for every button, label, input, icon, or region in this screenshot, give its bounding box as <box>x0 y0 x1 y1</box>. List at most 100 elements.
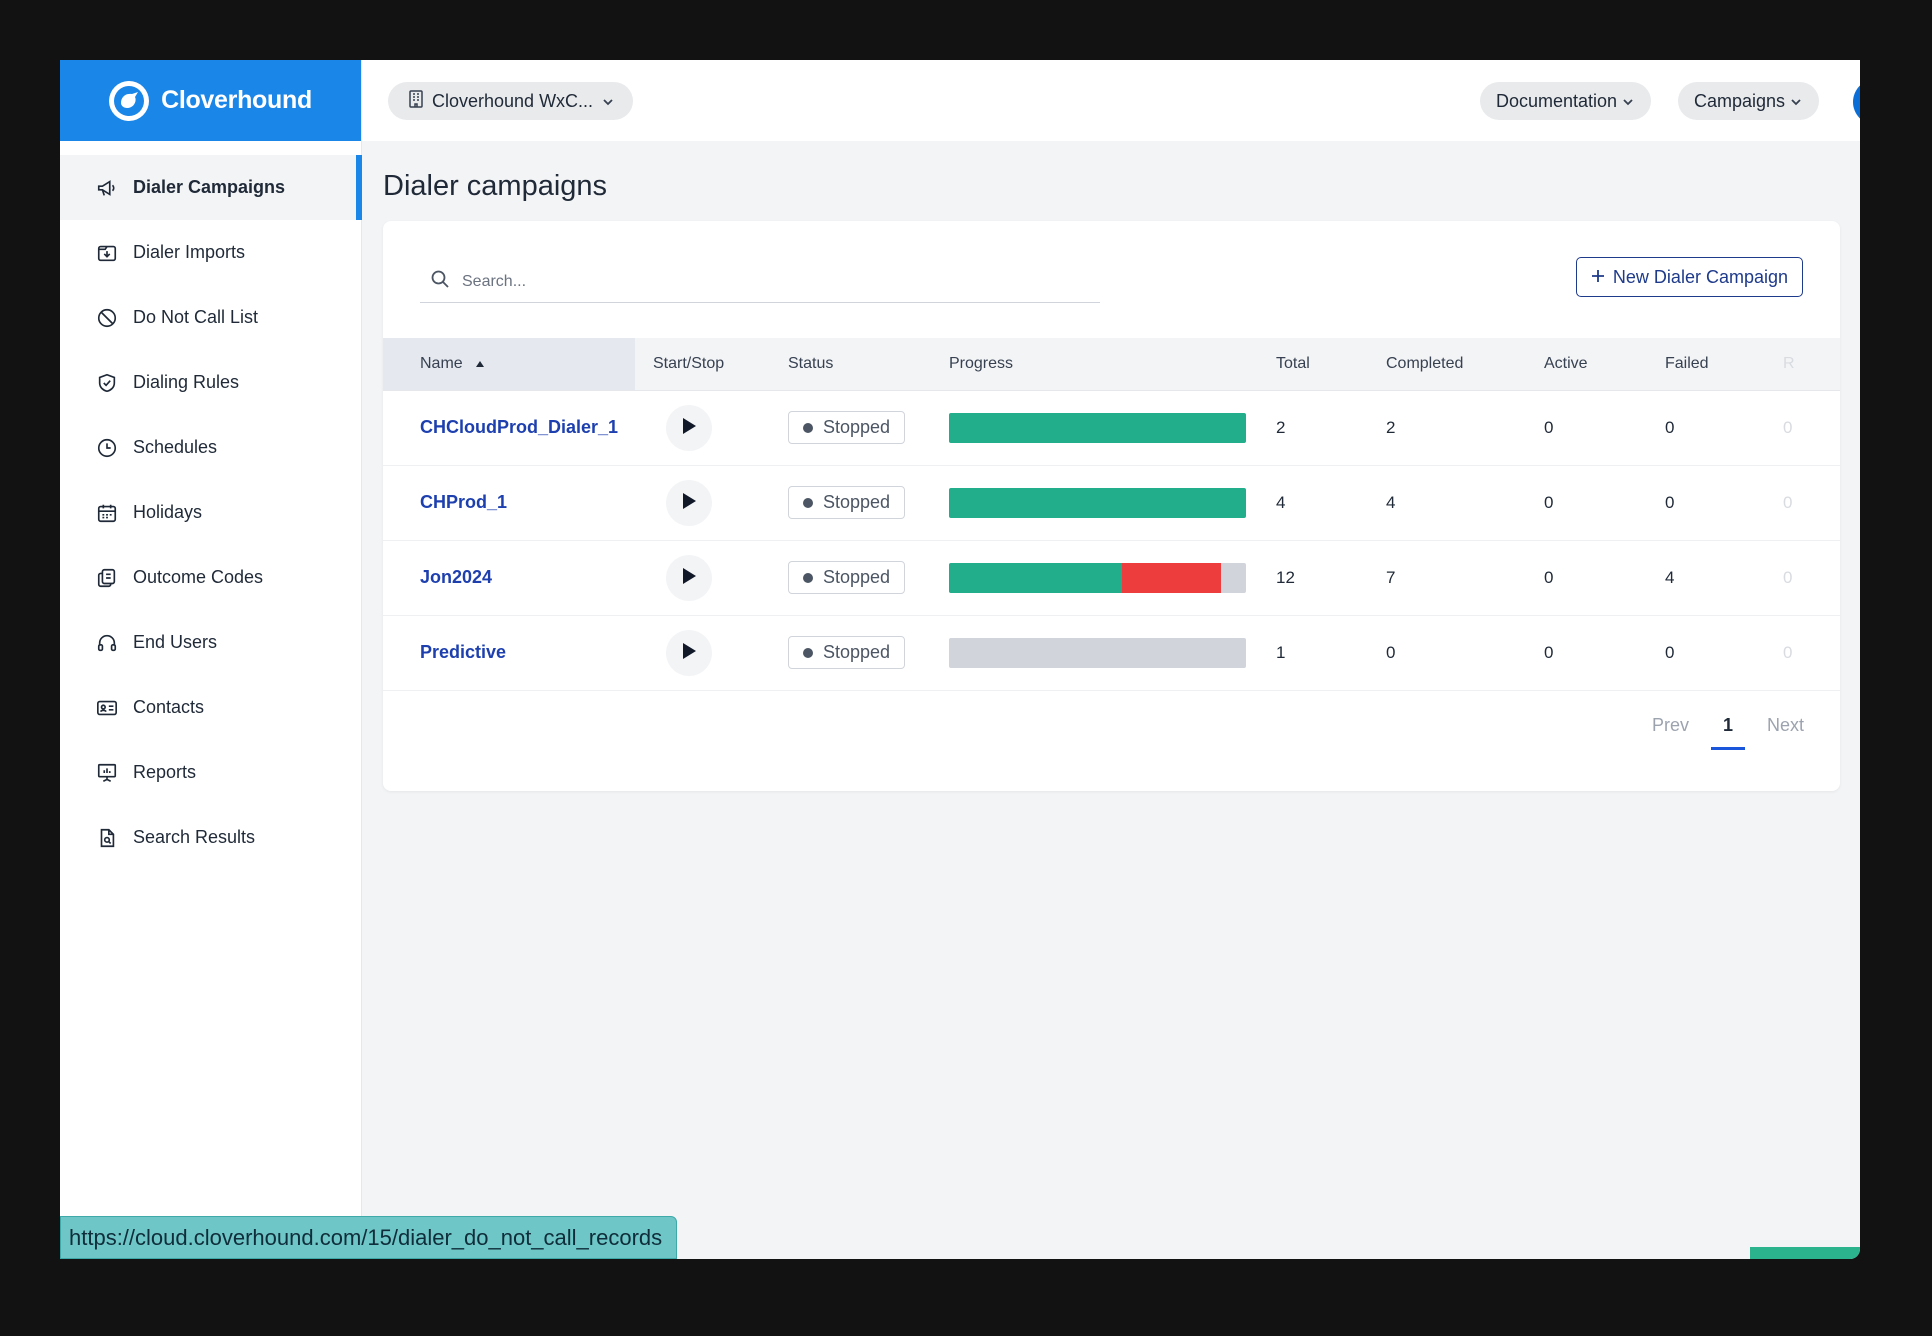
sidebar-item-end-users[interactable]: End Users <box>60 610 361 675</box>
column-header-failed[interactable]: Failed <box>1665 338 1783 391</box>
completed-cell: 4 <box>1386 465 1544 541</box>
org-selector-label: Cloverhound WxC... <box>432 90 594 111</box>
block-icon <box>95 306 119 330</box>
progress-completed-segment <box>949 487 1246 518</box>
building-icon <box>408 89 424 113</box>
pagination-next[interactable]: Next <box>1767 715 1804 736</box>
start-campaign-button[interactable] <box>666 554 712 601</box>
document-search-icon <box>95 826 119 850</box>
presentation-chart-icon <box>95 761 119 785</box>
chevron-down-icon <box>1621 91 1635 112</box>
sidebar: Cloverhound Dialer Campaigns Dialer Impo… <box>60 60 362 1259</box>
new-dialer-campaign-label: New Dialer Campaign <box>1612 266 1788 287</box>
sidebar-item-dialing-rules[interactable]: Dialing Rules <box>60 350 361 415</box>
chevron-down-icon <box>1789 91 1803 112</box>
sidebar-item-label: Outcome Codes <box>133 567 264 587</box>
table-row: CHProd_1 Stopped 4 4 0 0 0 <box>383 465 1840 541</box>
column-header-start-stop[interactable]: Start/Stop <box>635 338 788 391</box>
campaign-name-link[interactable]: CHCloudProd_Dialer_1 <box>420 417 618 437</box>
progress-bar <box>949 487 1246 518</box>
campaigns-card: New Dialer Campaign Name Start/Stop Stat… <box>383 221 1840 791</box>
status-badge: Stopped <box>788 636 906 669</box>
sidebar-item-schedules[interactable]: Schedules <box>60 415 361 480</box>
progress-bar <box>949 562 1246 593</box>
start-campaign-button[interactable] <box>666 404 712 451</box>
sidebar-item-dialer-campaigns[interactable]: Dialer Campaigns <box>60 155 362 220</box>
shield-check-icon <box>95 371 119 395</box>
page-title: Dialer campaigns <box>383 170 608 202</box>
failed-cell: 0 <box>1665 465 1783 541</box>
play-icon <box>681 492 697 513</box>
sidebar-item-label: Contacts <box>133 697 205 717</box>
column-header-label: Name <box>420 354 463 372</box>
column-header-r[interactable]: R <box>1783 338 1840 391</box>
completed-cell: 0 <box>1386 615 1544 691</box>
sidebar-nav: Dialer Campaigns Dialer Imports Do Not C… <box>60 155 362 870</box>
sidebar-item-label: Search Results <box>133 827 256 847</box>
status-dot-icon <box>803 647 813 658</box>
play-icon <box>681 417 697 438</box>
column-header-name[interactable]: Name <box>383 338 635 391</box>
status-dot-icon <box>803 497 813 508</box>
search-icon <box>430 269 450 294</box>
column-header-progress[interactable]: Progress <box>949 338 1276 391</box>
campaign-name-link[interactable]: Jon2024 <box>420 567 492 587</box>
progress-bar <box>949 412 1246 443</box>
start-campaign-button[interactable] <box>666 479 712 526</box>
import-icon <box>95 241 119 265</box>
documentation-menu[interactable]: Documentation <box>1480 82 1652 120</box>
total-cell: 12 <box>1276 540 1386 616</box>
failed-cell: 0 <box>1665 615 1783 691</box>
active-cell: 0 <box>1544 615 1665 691</box>
column-header-total[interactable]: Total <box>1276 338 1386 391</box>
pagination-page-current[interactable]: 1 <box>1710 715 1745 750</box>
sidebar-item-contacts[interactable]: Contacts <box>60 675 361 740</box>
status-badge: Stopped <box>788 561 906 594</box>
org-selector[interactable]: Cloverhound WxC... <box>388 82 634 120</box>
new-dialer-campaign-button[interactable]: New Dialer Campaign <box>1575 257 1803 297</box>
active-cell: 0 <box>1544 540 1665 616</box>
status-dot-icon <box>803 422 813 433</box>
top-bar: Cloverhound WxC... Documentation Campaig… <box>362 60 1860 141</box>
sidebar-item-label: Dialer Campaigns <box>133 177 286 197</box>
brand-header[interactable]: Cloverhound <box>60 60 361 141</box>
sidebar-item-search-results[interactable]: Search Results <box>60 805 361 870</box>
total-cell: 1 <box>1276 615 1386 691</box>
campaign-name-link[interactable]: CHProd_1 <box>420 492 507 512</box>
campaigns-label: Campaigns <box>1694 90 1786 111</box>
pagination-prev[interactable]: Prev <box>1652 715 1689 736</box>
column-header-completed[interactable]: Completed <box>1386 338 1544 391</box>
column-header-status[interactable]: Status <box>788 338 949 391</box>
r-cell: 0 <box>1783 540 1840 616</box>
completed-cell: 2 <box>1386 390 1544 466</box>
megaphone-icon <box>95 176 119 200</box>
sidebar-item-holidays[interactable]: Holidays <box>60 480 361 545</box>
status-label: Stopped <box>823 567 891 587</box>
status-badge: Stopped <box>788 411 906 444</box>
table-header-row: Name Start/Stop Status Progress Total Co… <box>383 338 1840 391</box>
active-cell: 0 <box>1544 465 1665 541</box>
contact-card-icon <box>95 696 119 720</box>
table-row: Jon2024 Stopped 12 7 0 4 0 <box>383 540 1840 616</box>
sidebar-item-label: End Users <box>133 632 218 652</box>
search-input[interactable] <box>462 272 1062 291</box>
r-cell: 0 <box>1783 390 1840 466</box>
progress-completed-segment <box>949 412 1246 443</box>
sidebar-item-outcome-codes[interactable]: Outcome Codes <box>60 545 361 610</box>
play-icon <box>681 567 697 588</box>
column-header-active[interactable]: Active <box>1544 338 1665 391</box>
campaigns-menu[interactable]: Campaigns <box>1678 82 1820 120</box>
sidebar-item-label: Do Not Call List <box>133 307 259 327</box>
user-avatar[interactable]: C <box>1853 79 1860 125</box>
campaigns-table: Name Start/Stop Status Progress Total Co… <box>383 338 1840 691</box>
headset-icon <box>95 631 119 655</box>
chevron-down-icon <box>601 91 615 112</box>
sidebar-item-do-not-call-list[interactable]: Do Not Call List <box>60 285 361 350</box>
sidebar-item-reports[interactable]: Reports <box>60 740 361 805</box>
status-label: Stopped <box>823 492 891 512</box>
link-preview-url: https://cloud.cloverhound.com/15/dialer_… <box>60 1216 678 1259</box>
calendar-icon <box>95 501 119 525</box>
sidebar-item-dialer-imports[interactable]: Dialer Imports <box>60 220 361 285</box>
start-campaign-button[interactable] <box>666 629 712 676</box>
campaign-name-link[interactable]: Predictive <box>420 642 506 662</box>
